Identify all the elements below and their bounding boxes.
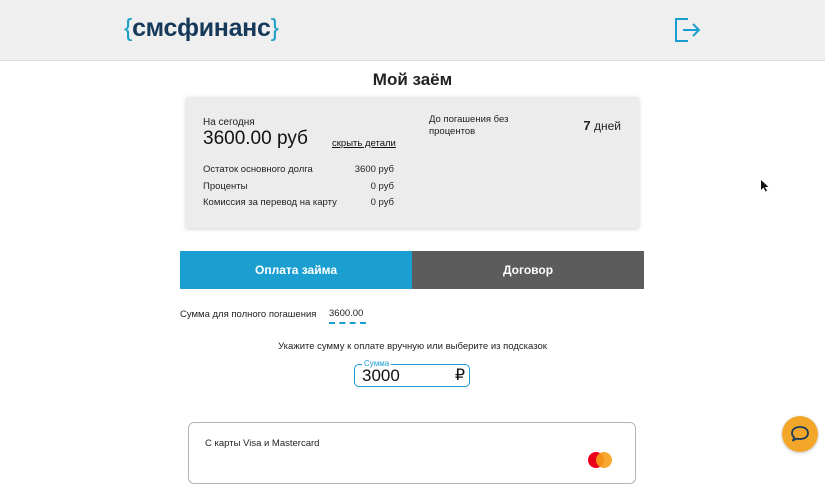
hide-details-link[interactable]: скрыть детали — [332, 138, 396, 149]
mouse-cursor-icon — [761, 180, 769, 192]
logo-bracket-close: } — [270, 14, 279, 42]
grace-period-label: До погашения без процентов — [429, 114, 509, 137]
detail-label: Комиссия за перевод на карту — [203, 197, 337, 208]
tab-contract[interactable]: Договор — [412, 251, 644, 289]
chat-bubble-icon — [791, 426, 809, 442]
today-label: На сегодня — [203, 117, 255, 128]
chat-button[interactable] — [782, 416, 818, 452]
loan-summary-card: На сегодня 3600.00 руб скрыть детали Ост… — [186, 97, 639, 228]
grace-period-days: 7 дней — [583, 118, 621, 133]
detail-value: 0 руб — [370, 181, 394, 192]
detail-value: 0 руб — [370, 197, 394, 208]
card-payment-label: С карты Visa и Mastercard — [205, 438, 320, 449]
logout-icon[interactable] — [672, 15, 702, 45]
grace-days-unit: дней — [593, 119, 621, 133]
logo-text: смсфинанс — [132, 14, 271, 42]
card-payment-option[interactable]: С карты Visa и Mastercard — [188, 422, 636, 484]
mastercard-icon — [588, 452, 612, 468]
amount-hint: Укажите сумму к оплате вручную или выбер… — [278, 341, 547, 352]
ruble-icon: ₽ — [454, 367, 465, 384]
detail-label: Остаток основного долга — [203, 164, 313, 175]
logo-bracket-open: { — [124, 14, 133, 42]
page-title: Мой заём — [372, 70, 453, 89]
detail-value: 3600 руб — [354, 164, 394, 175]
detail-row-principal: Остаток основного долга 3600 руб — [203, 164, 394, 175]
full-repayment-label: Сумма для полного погашения — [180, 309, 317, 320]
detail-row-interest: Проценты 0 руб — [203, 181, 394, 192]
header: {смсфинанс} — [0, 0, 825, 61]
full-repayment-suggestion[interactable]: 3600.00 — [329, 308, 366, 324]
detail-label: Проценты — [203, 181, 248, 192]
detail-row-commission: Комиссия за перевод на карту 0 руб — [203, 197, 394, 208]
amount-input[interactable] — [362, 366, 447, 385]
amount-field: Сумма ₽ — [354, 359, 470, 387]
tab-loan-payment[interactable]: Оплата займа — [180, 251, 412, 289]
grace-days-number: 7 — [583, 118, 591, 133]
today-amount: 3600.00 руб — [203, 128, 308, 149]
logo[interactable]: {смсфинанс} — [124, 12, 279, 44]
